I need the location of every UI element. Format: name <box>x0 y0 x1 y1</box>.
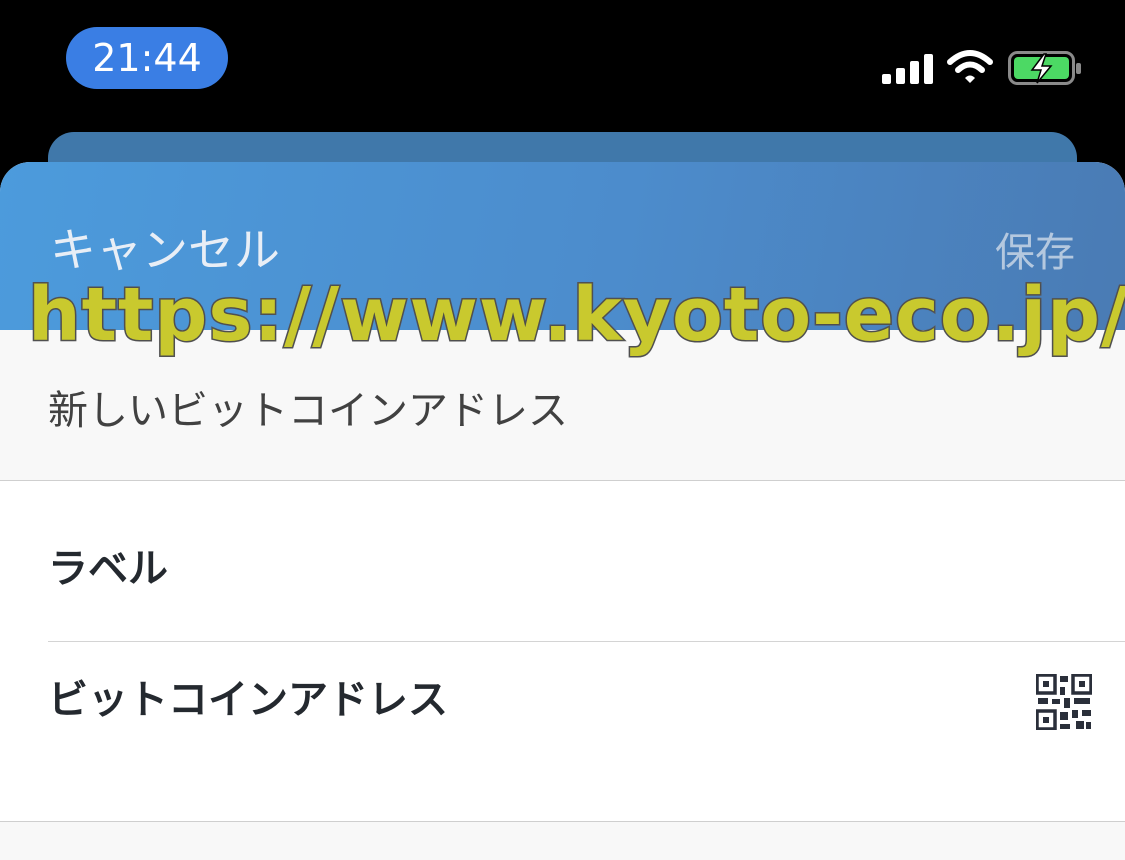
cellular-signal-icon <box>882 54 933 84</box>
battery-charging-icon <box>1008 51 1081 85</box>
status-time[interactable]: 21:44 <box>66 27 228 89</box>
new-address-sheet: キャンセル 保存 新しいビットコインアドレス ラベル ビットコインアドレス <box>0 162 1125 860</box>
watermark-url: https://www.kyoto-eco.jp/ <box>27 271 1125 360</box>
page-title: 新しいビットコインアドレス <box>48 388 568 434</box>
cancel-button[interactable]: キャンセル <box>50 214 280 280</box>
label-field[interactable]: ラベル <box>48 536 168 594</box>
divider <box>48 641 1125 642</box>
status-bar: 21:44 <box>0 0 1125 130</box>
sheet-footer-area <box>0 822 1125 860</box>
save-button[interactable]: 保存 <box>995 220 1075 278</box>
wifi-icon <box>947 50 993 83</box>
form-area <box>0 481 1125 821</box>
qr-code-icon[interactable] <box>1036 674 1092 730</box>
bitcoin-address-field[interactable]: ビットコインアドレス <box>48 667 448 725</box>
